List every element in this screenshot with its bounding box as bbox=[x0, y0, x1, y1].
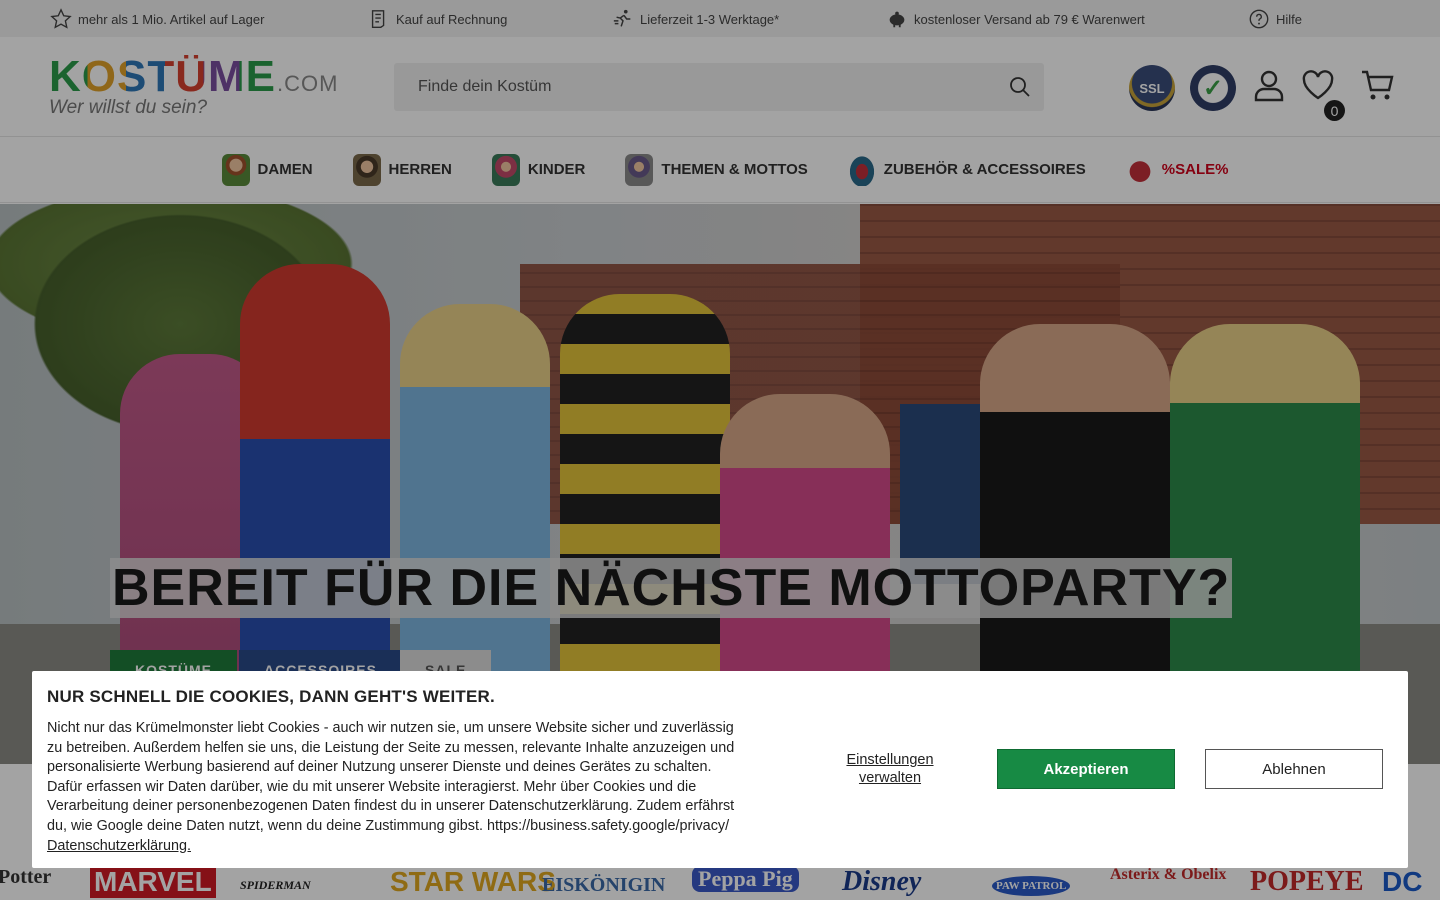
cookie-accept-button[interactable]: Akzeptieren bbox=[997, 749, 1175, 789]
privacy-link[interactable]: Datenschutzerklärung. bbox=[47, 838, 191, 854]
cookie-decline-button[interactable]: Ablehnen bbox=[1205, 749, 1383, 789]
cookie-settings-link[interactable]: Einstellungen verwalten bbox=[832, 751, 948, 787]
cookie-banner: NUR SCHNELL DIE COOKIES, DANN GEHT'S WEI… bbox=[32, 671, 1408, 868]
cookie-text: Nicht nur das Krümelmonster liebt Cookie… bbox=[47, 719, 747, 856]
cookie-body: Nicht nur das Krümelmonster liebt Cookie… bbox=[47, 720, 735, 834]
cookie-title: NUR SCHNELL DIE COOKIES, DANN GEHT'S WEI… bbox=[47, 687, 495, 706]
